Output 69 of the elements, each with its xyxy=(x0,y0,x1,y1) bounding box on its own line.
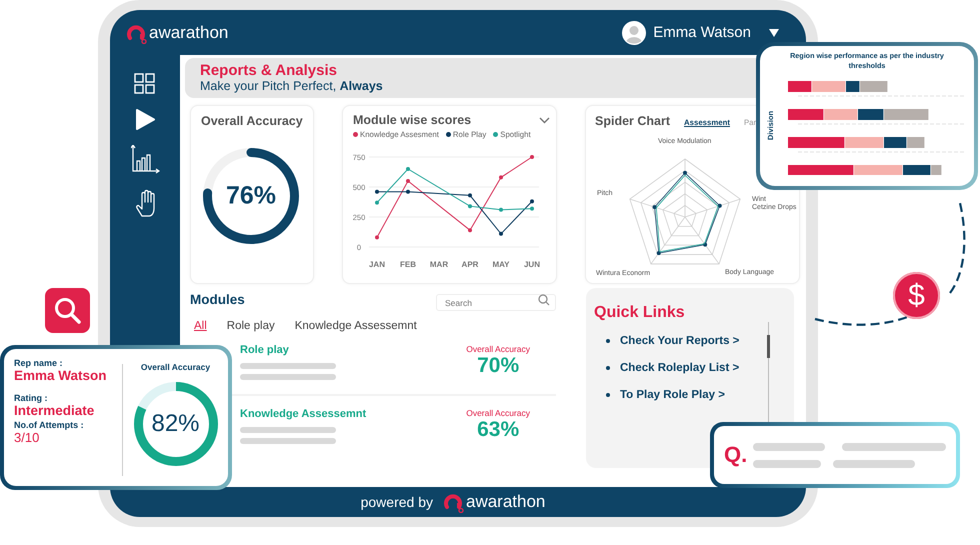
field-label: Rating : xyxy=(14,393,48,403)
filter-tab[interactable]: Knowledge Assessemnt xyxy=(294,320,417,332)
point xyxy=(468,193,472,198)
field-value: Emma Watson xyxy=(14,368,108,383)
field-value: Intermediate xyxy=(14,403,96,418)
page-title: Reports & Analysis xyxy=(200,62,338,79)
caret-icon[interactable] xyxy=(768,28,780,38)
filter-tab[interactable]: Role play xyxy=(226,320,275,332)
point xyxy=(499,208,503,212)
quick-link[interactable]: Check Roleplay List > xyxy=(620,362,740,374)
point xyxy=(468,204,472,208)
logo-text: awarathon xyxy=(149,22,228,42)
field-label: Rep name : xyxy=(14,358,64,368)
search-icon xyxy=(54,296,82,324)
filter-tab[interactable]: All xyxy=(194,320,207,332)
search-field[interactable]: Search xyxy=(436,294,556,311)
logo-text: awarathon xyxy=(466,492,546,512)
quick-link[interactable]: Check Your Reports > xyxy=(620,335,740,347)
card-title: Module wise scores xyxy=(353,113,472,127)
metric-value: 70% xyxy=(476,354,520,378)
scrollbar[interactable] xyxy=(768,322,771,422)
point xyxy=(406,190,410,194)
point xyxy=(530,155,534,159)
bullet-icon xyxy=(606,393,610,397)
search-icon[interactable] xyxy=(538,294,550,306)
play-icon[interactable] xyxy=(134,109,156,131)
axis-label: MAY xyxy=(492,260,510,269)
field-value: 3/10 xyxy=(14,430,40,445)
grid-icon[interactable] xyxy=(134,73,156,95)
section-title: Modules xyxy=(190,292,245,306)
chevron-icon[interactable] xyxy=(539,116,550,124)
bullet-icon xyxy=(606,366,610,370)
point xyxy=(375,235,379,240)
axis-label: FEB xyxy=(400,260,416,269)
point xyxy=(406,179,410,183)
card-title: Spider Chart xyxy=(595,114,670,128)
axis-label: JUN xyxy=(524,260,540,269)
point xyxy=(499,175,503,180)
page-subtitle: Make your Pitch Perfect, Always xyxy=(200,79,384,94)
bullet-icon xyxy=(606,339,610,343)
section-title: Quick Links xyxy=(594,304,686,322)
field-label: No.of Attempts : xyxy=(14,420,85,430)
quick-link[interactable]: To Play Role Play > xyxy=(620,389,725,401)
hand-icon[interactable] xyxy=(134,188,156,217)
point xyxy=(406,167,410,171)
avatar-icon[interactable] xyxy=(622,20,646,44)
placeholder-line xyxy=(753,442,825,450)
question-mark: Q. xyxy=(724,442,748,468)
placeholder-line xyxy=(753,460,821,468)
point xyxy=(375,200,379,205)
metric-label: Overall Accuracy xyxy=(466,344,530,354)
axis-label: APR xyxy=(462,260,478,269)
point xyxy=(530,206,534,211)
point xyxy=(468,228,472,232)
user-name[interactable]: Emma Watson xyxy=(653,24,751,41)
axis-label: JAN xyxy=(369,260,385,269)
axis-label: MAR xyxy=(430,260,448,269)
card-title: Overall Accuracy xyxy=(201,114,303,128)
point xyxy=(375,190,379,194)
accuracy-value: 76% xyxy=(226,184,276,208)
point xyxy=(530,199,534,204)
metric-value: 63% xyxy=(476,418,520,442)
accuracy-value: 82% xyxy=(151,412,200,436)
dollar-badge: $ xyxy=(893,272,940,319)
footer-text: powered by xyxy=(360,494,433,510)
point xyxy=(499,232,503,236)
field-label: Overall Accuracy xyxy=(140,362,210,372)
metric-label: Overall Accuracy xyxy=(466,408,530,418)
bar-chart-icon[interactable] xyxy=(130,145,160,174)
